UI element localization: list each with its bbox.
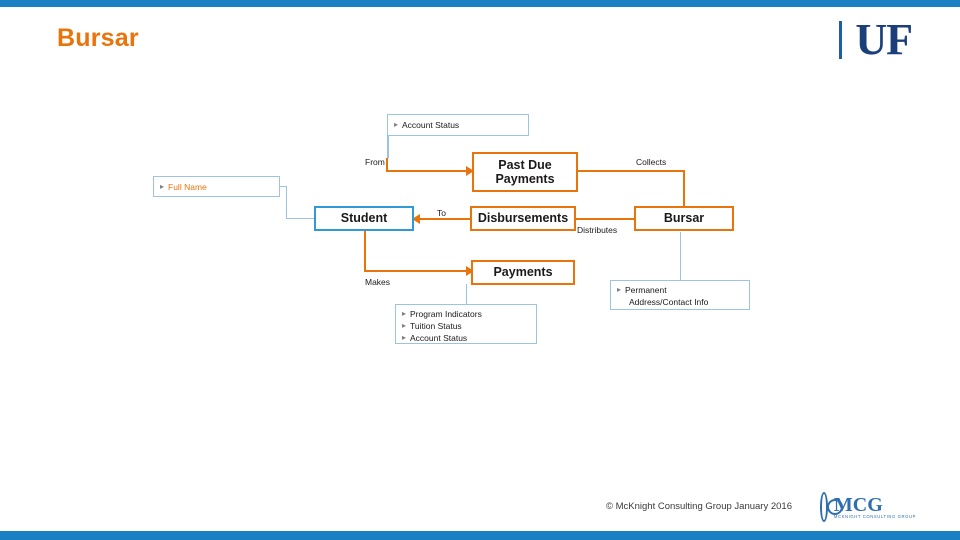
- mcg-mark-icon: [820, 492, 843, 522]
- edge-label-collects: Collects: [636, 157, 667, 167]
- entity-past-due-payments[interactable]: Past Due Payments: [472, 152, 578, 192]
- mcg-logo: MCG MCKNIGHT CONSULTING GROUP: [820, 490, 916, 524]
- connector-collects-horizontal: [578, 170, 685, 172]
- top-accent-bar: [0, 0, 960, 7]
- entity-label: Past Due: [498, 157, 552, 172]
- entity-label: Bursar: [663, 211, 705, 226]
- bullet-icon: ▸: [160, 182, 165, 191]
- connector-from-horizontal: [386, 170, 472, 172]
- bullet-icon: ▸: [402, 333, 407, 342]
- connector-makes-horizontal: [364, 270, 472, 272]
- attribute-box-full-name: ▸ Full Name: [153, 176, 280, 197]
- connector-collects-vertical: [683, 172, 685, 208]
- uf-logo: UF: [839, 15, 913, 64]
- mcg-logo-subtext: MCKNIGHT CONSULTING GROUP: [833, 513, 916, 519]
- entity-label-line2: Payments: [495, 172, 555, 186]
- entity-label: Student: [340, 211, 388, 226]
- attribute-line: ▸ Program Indicators: [402, 309, 482, 319]
- uf-logo-text: UF: [855, 15, 913, 64]
- attribute-line: ▸ Account Status: [402, 333, 468, 343]
- connector-bursar-attributes-stem: [680, 232, 681, 280]
- entity-bursar[interactable]: Bursar: [634, 206, 734, 231]
- connector-fullname-to-student: [286, 218, 314, 219]
- bullet-icon: ▸: [402, 309, 407, 318]
- slide-canvas: Bursar UF ▸ Account Status ▸ Full Name ▸…: [0, 0, 960, 540]
- connector-account-status-stem: [387, 136, 389, 158]
- connector-to-horizontal: [420, 218, 472, 220]
- copyright-text: © McKnight Consulting Group January 2016: [605, 501, 792, 512]
- entity-payments[interactable]: Payments: [471, 260, 575, 285]
- entity-student[interactable]: Student: [314, 206, 414, 231]
- edge-label-from: From: [365, 157, 385, 167]
- attribute-box-bursar-attributes: ▸ Permanent Address/Contact Info: [610, 280, 750, 310]
- attribute-line: Address/Contact Info: [629, 297, 709, 307]
- connector-distributes-horizontal: [576, 218, 634, 220]
- entity-disbursements[interactable]: Disbursements: [470, 206, 576, 231]
- mcg-logo-text: MCG: [833, 493, 883, 516]
- entity-label: Disbursements: [477, 211, 569, 226]
- bottom-accent-bar: [0, 531, 960, 540]
- attribute-line: ▸ Tuition Status: [402, 321, 462, 331]
- attribute-box-account-status-top: ▸ Account Status: [387, 114, 529, 136]
- bullet-icon: ▸: [402, 321, 407, 330]
- attribute-box-student-attributes: ▸ Program Indicators ▸ Tuition Status ▸ …: [395, 304, 537, 344]
- bullet-icon: ▸: [394, 120, 399, 129]
- edge-label-makes: Makes: [365, 277, 391, 287]
- bullet-icon: ▸: [617, 285, 622, 294]
- edge-label-distributes: Distributes: [577, 225, 618, 235]
- attribute-line: ▸ Permanent: [617, 285, 667, 295]
- page-title: Bursar: [57, 24, 139, 52]
- entity-label: Payments: [493, 265, 553, 280]
- edge-label-to: To: [437, 208, 446, 218]
- connector-makes-vertical: [364, 231, 366, 271]
- connector-fullname-vertical: [286, 186, 287, 218]
- attribute-line: ▸ Account Status: [394, 120, 460, 130]
- attribute-line: ▸ Full Name: [160, 182, 207, 192]
- uf-logo-divider: [839, 21, 843, 59]
- connector-student-attributes-stem: [466, 284, 467, 306]
